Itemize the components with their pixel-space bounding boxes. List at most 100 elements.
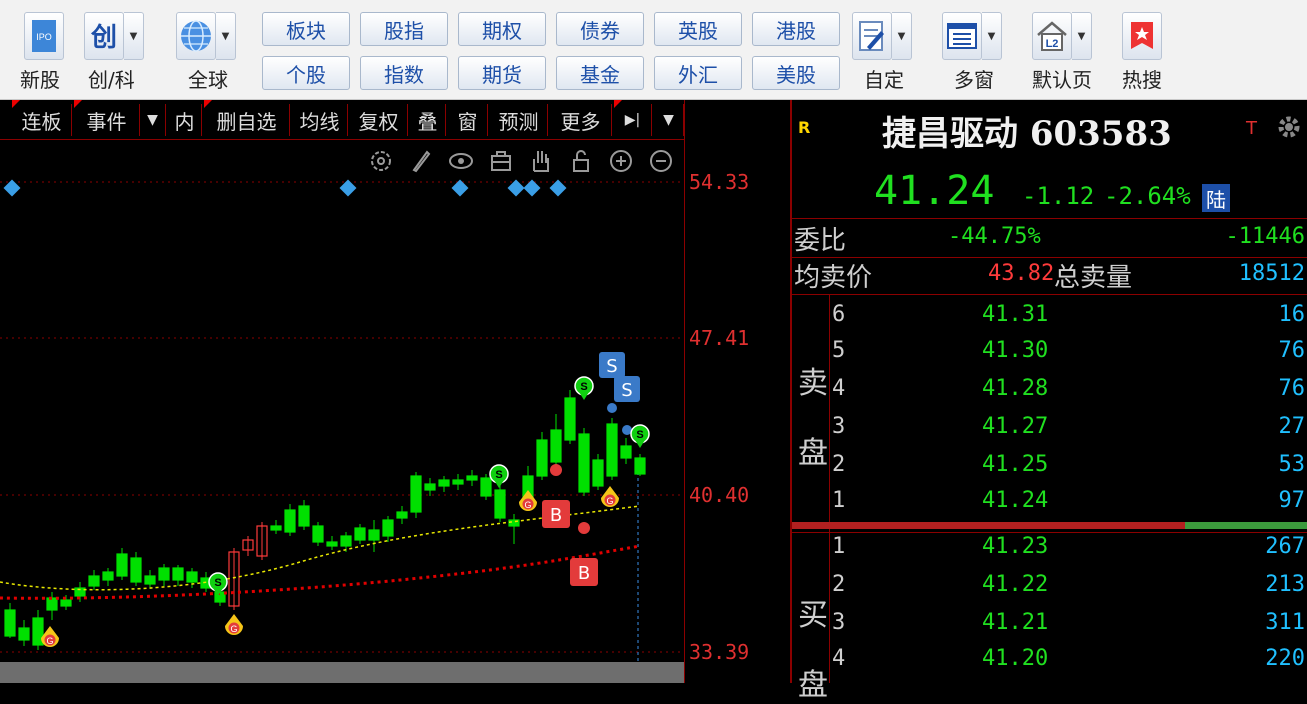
chart-tab-0[interactable]: 连板 [12,100,72,136]
candle-body [368,529,380,541]
buy-price[interactable]: 41.23 [982,534,1048,559]
hand-icon[interactable] [533,151,549,172]
sell-price[interactable]: 41.30 [982,338,1048,363]
sell-side-label-2: 盘 [798,436,828,471]
settings-icon[interactable] [371,151,391,171]
chart-tab-3[interactable]: 内 [168,104,202,136]
custom-dropdown[interactable]: ▼ [892,12,912,60]
market-button-top-2[interactable]: 期权 [458,12,546,46]
candle-body [158,567,170,581]
settings-icon[interactable] [1274,112,1304,146]
gold-signal-marker[interactable]: G [41,626,59,647]
market-button-top-3[interactable]: 债券 [556,12,644,46]
market-button-top-0[interactable]: 板块 [262,12,350,46]
candle-body [592,459,604,487]
buy-price[interactable]: 41.22 [982,572,1048,597]
total-sell-value: 18512 [1238,261,1305,286]
sell-signal-marker[interactable]: S [599,352,625,378]
edit-icon [852,12,892,60]
y-tick-label: 47.41 [689,326,750,350]
chart-tab-10[interactable]: 更多 [550,104,612,136]
market-button-top-1[interactable]: 股指 [360,12,448,46]
market-button-bottom-5[interactable]: 美股 [752,56,840,90]
market-button-bottom-1[interactable]: 指数 [360,56,448,90]
chart-tab-11[interactable]: ▶| [614,100,652,136]
market-button-bottom-0[interactable]: 个股 [262,56,350,90]
signal-pin-marker[interactable]: S [489,464,509,488]
sell-price[interactable]: 41.24 [982,488,1048,513]
y-tick-label: 40.40 [689,483,750,507]
buy-level: 1 [832,534,846,559]
signal-dot [607,403,617,413]
zoom-out-icon[interactable] [650,150,672,172]
chuang-dropdown[interactable]: ▼ [124,12,144,60]
buy-price[interactable]: 41.21 [982,610,1048,635]
market-button-bottom-3[interactable]: 基金 [556,56,644,90]
signal-pin-marker[interactable]: S [574,376,594,400]
market-button-top-5[interactable]: 港股 [752,12,840,46]
candle-body [298,505,310,527]
svg-text:G: G [230,624,237,634]
chart-tab-12[interactable]: ▼ [654,104,684,136]
chart-tab-9[interactable]: 预测 [490,104,548,136]
chart-tab-5[interactable]: 均线 [292,104,348,136]
divider [792,532,1307,533]
svg-text:S: S [580,381,587,393]
svg-text:L2: L2 [1046,38,1059,50]
candle-body [326,541,338,547]
lock-icon[interactable] [573,150,589,172]
sell-price[interactable]: 41.25 [982,452,1048,477]
candle-body [116,553,128,577]
sell-price[interactable]: 41.28 [982,376,1048,401]
buy-signal-marker[interactable]: B [570,558,598,586]
sell-level: 3 [832,414,846,439]
sell-price[interactable]: 41.27 [982,414,1048,439]
y-tick-label: 54.33 [689,170,750,194]
chart-scrollbar[interactable] [0,662,684,683]
multi-window-dropdown[interactable]: ▼ [982,12,1002,60]
event-marker[interactable] [523,179,541,197]
global-dropdown[interactable]: ▼ [216,12,236,60]
chart-tab-4[interactable]: 删自选 [204,100,290,136]
gold-signal-marker[interactable]: G [601,486,619,507]
chart-tab-8[interactable]: 窗 [448,104,488,136]
toolbox-icon[interactable] [491,151,511,171]
gold-signal-marker[interactable]: G [519,490,537,511]
pen-icon[interactable] [412,150,431,173]
svg-text:S: S [495,469,502,481]
eye-icon[interactable] [449,153,473,169]
chart-tab-1[interactable]: 事件 [74,100,140,136]
candle-body [284,509,296,533]
divider [792,218,1307,219]
chart-tab-7[interactable]: 叠 [410,104,446,136]
sell-signal-marker[interactable]: S [614,376,640,402]
market-button-top-4[interactable]: 英股 [654,12,742,46]
hot-search-icon [1122,12,1162,60]
candle-body [354,527,366,541]
market-button-bottom-4[interactable]: 外汇 [654,56,742,90]
sell-side-label-1: 卖 [798,366,828,401]
buy-price[interactable]: 41.20 [982,646,1048,671]
gold-signal-marker[interactable]: G [225,614,243,635]
sell-price[interactable]: 41.31 [982,302,1048,327]
sell-vol: 53 [1278,452,1306,477]
svg-text:S: S [621,380,632,401]
l2-home-icon: L2 [1032,12,1072,60]
signal-pin-marker[interactable]: S [630,424,650,448]
buy-vol: 267 [1265,534,1305,559]
kline-chart[interactable]: SSBBGGG GSSSS [0,140,684,683]
candle-body [424,483,436,491]
buy-signal-marker[interactable]: B [542,500,570,528]
svg-text:S: S [636,429,643,441]
default-page-label: 默认页 [1032,68,1092,92]
divider [792,294,1307,295]
zoom-in-icon[interactable] [610,150,632,172]
chart-tab-6[interactable]: 复权 [350,104,408,136]
market-button-bottom-2[interactable]: 期货 [458,56,546,90]
default-page-dropdown[interactable]: ▼ [1072,12,1092,60]
buy-level: 3 [832,610,846,635]
chuang-label: 创/科 [88,68,135,92]
sell-vol: 97 [1278,488,1306,513]
chart-tab-2[interactable]: ▼ [140,104,166,136]
event-marker[interactable] [451,179,469,197]
